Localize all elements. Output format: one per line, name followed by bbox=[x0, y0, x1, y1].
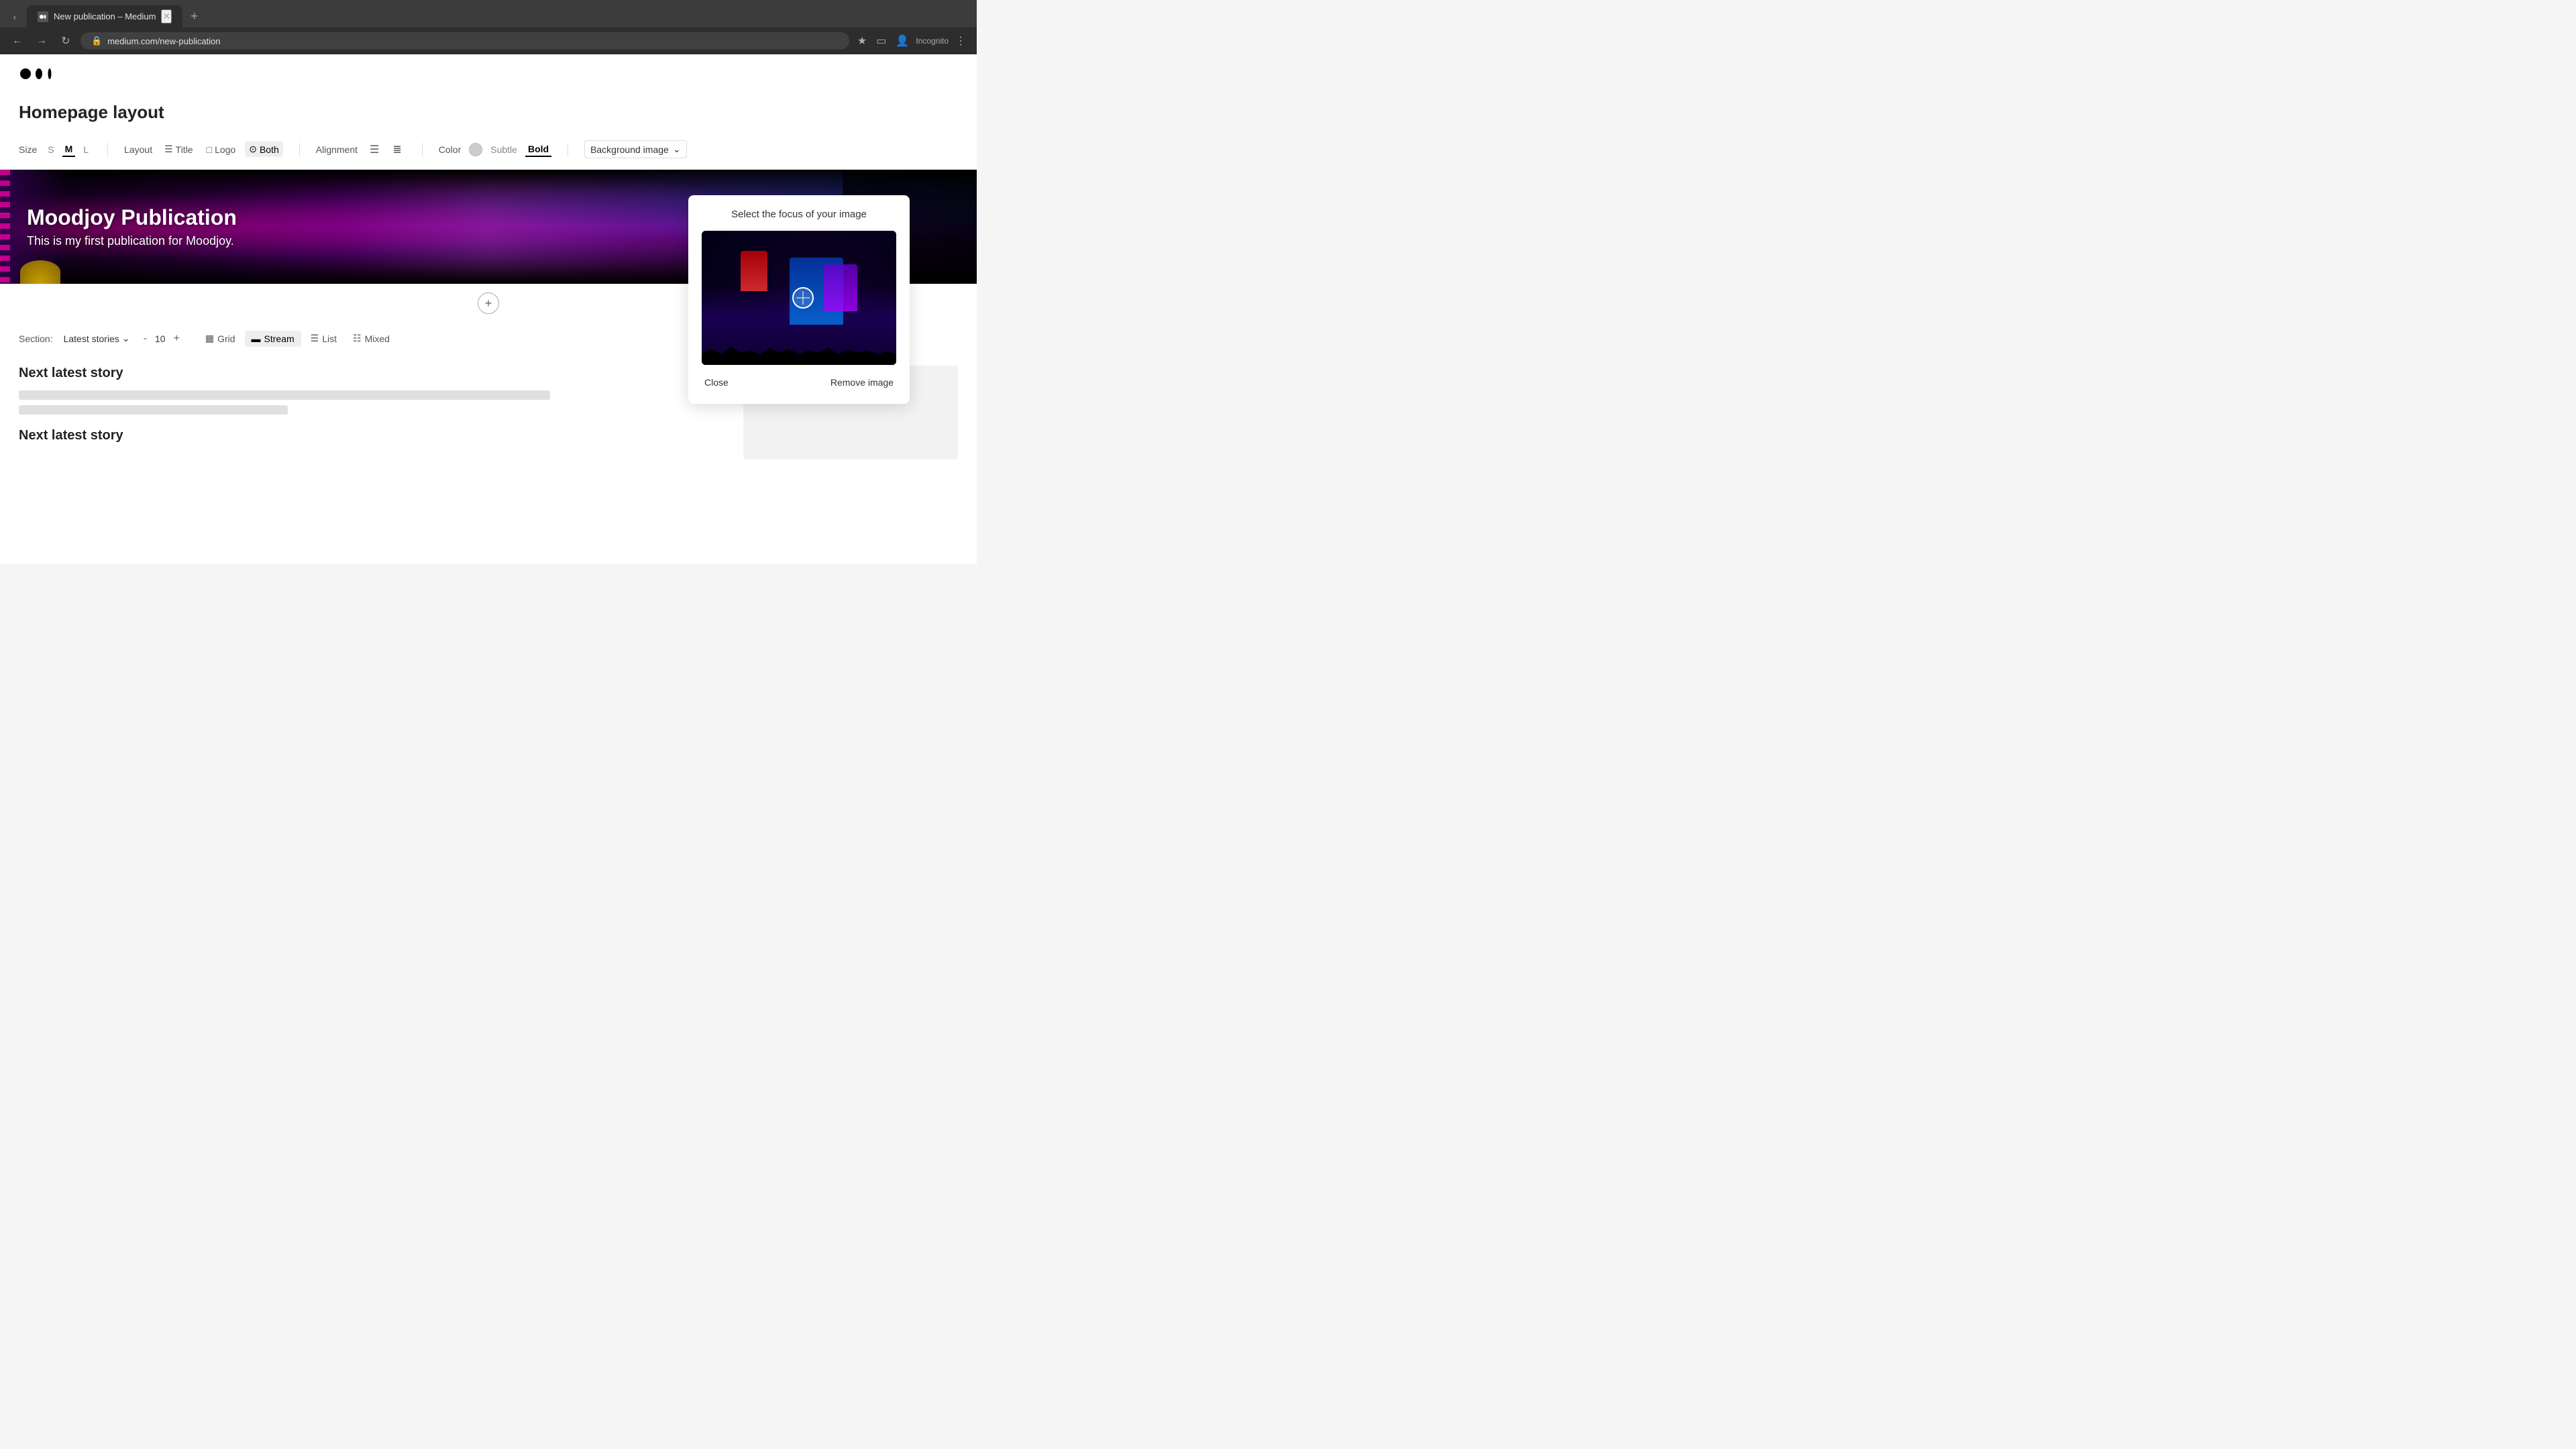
layout-both-icon: ⊙ bbox=[249, 144, 257, 155]
reload-button[interactable]: ↻ bbox=[56, 32, 75, 50]
focus-panel-actions: Close Remove image bbox=[702, 374, 896, 390]
url-text: medium.com/new-publication bbox=[107, 36, 220, 46]
count-controls: - 10 + bbox=[141, 333, 182, 345]
mixed-view-option[interactable]: ☷ Mixed bbox=[346, 330, 396, 347]
color-group: Color Subtle Bold bbox=[439, 142, 551, 157]
story-card-1: Next latest story bbox=[19, 366, 727, 415]
hero-text: Moodjoy Publication This is my first pub… bbox=[0, 205, 264, 248]
bold-option[interactable]: Bold bbox=[525, 142, 551, 157]
align-center-option[interactable]: ≣ bbox=[388, 141, 405, 158]
layout-logo-label: Logo bbox=[215, 144, 235, 155]
focus-image-container[interactable] bbox=[702, 231, 896, 365]
divider-3 bbox=[422, 143, 423, 156]
stream-icon: ▬ bbox=[252, 333, 261, 344]
size-group: Size S M L bbox=[19, 142, 91, 157]
section-dropdown-icon: ⌄ bbox=[122, 333, 130, 344]
focus-panel: Select the focus of your image Close Rem… bbox=[688, 195, 910, 404]
bookmark-button[interactable]: ★ bbox=[855, 32, 869, 50]
tab-scroll-left[interactable]: ‹ bbox=[5, 7, 24, 26]
size-s-option[interactable]: S bbox=[45, 143, 56, 156]
tab-title: New publication – Medium bbox=[54, 11, 156, 21]
tab-close-button[interactable]: ✕ bbox=[161, 9, 172, 23]
chevron-down-icon: ⌄ bbox=[673, 144, 681, 155]
color-picker[interactable] bbox=[469, 143, 482, 156]
view-options: ▦ Grid ▬ Stream ☰ List ☷ Mixed bbox=[199, 330, 396, 347]
page-content: Homepage layout Size S M L Layout ☰ Titl… bbox=[0, 54, 977, 564]
section-select[interactable]: Latest stories ⌄ bbox=[64, 333, 130, 344]
active-tab[interactable]: New publication – Medium ✕ bbox=[27, 5, 182, 28]
lock-icon: 🔒 bbox=[91, 36, 102, 46]
dome-decoration bbox=[20, 260, 60, 284]
increase-count-button[interactable]: + bbox=[171, 333, 182, 345]
tab-favicon bbox=[38, 11, 48, 22]
new-tab-button[interactable]: + bbox=[185, 7, 203, 26]
add-section-button[interactable]: + bbox=[478, 292, 499, 314]
color-label: Color bbox=[439, 144, 461, 155]
section-name: Latest stories bbox=[64, 333, 119, 344]
neon-purple bbox=[824, 264, 857, 311]
screen-cast-button[interactable]: ▭ bbox=[873, 32, 889, 50]
section-label: Section: bbox=[19, 333, 53, 344]
alignment-label: Alignment bbox=[316, 144, 358, 155]
layout-label: Layout bbox=[124, 144, 152, 155]
grid-icon: ▦ bbox=[205, 333, 214, 344]
grid-view-option[interactable]: ▦ Grid bbox=[199, 330, 242, 347]
page-heading: Homepage layout bbox=[0, 94, 977, 129]
hero-title: Moodjoy Publication bbox=[27, 205, 237, 230]
focus-panel-title: Select the focus of your image bbox=[702, 209, 896, 220]
layout-lines-icon: ☰ bbox=[164, 144, 173, 155]
toolbar: Size S M L Layout ☰ Title □ Logo ⊙ Both … bbox=[0, 129, 977, 170]
more-menu-button[interactable]: ⋮ bbox=[953, 32, 969, 50]
browser-nav: ← → ↻ 🔒 medium.com/new-publication ★ ▭ 👤… bbox=[0, 28, 977, 54]
forward-button[interactable]: → bbox=[32, 32, 51, 50]
decrease-count-button[interactable]: - bbox=[141, 333, 150, 345]
mixed-icon: ☷ bbox=[353, 333, 362, 344]
mixed-label: Mixed bbox=[365, 333, 390, 344]
back-button[interactable]: ← bbox=[8, 32, 27, 50]
layout-both-option[interactable]: ⊙ Both bbox=[245, 142, 283, 157]
align-left-option[interactable]: ☰ bbox=[366, 141, 383, 158]
layout-logo-option[interactable]: □ Logo bbox=[203, 142, 240, 157]
stream-view-option[interactable]: ▬ Stream bbox=[245, 331, 301, 347]
size-label: Size bbox=[19, 144, 37, 155]
list-icon: ☰ bbox=[311, 333, 319, 344]
divider-1 bbox=[107, 143, 108, 156]
pink-strips-decoration bbox=[0, 170, 10, 284]
incognito-label: Incognito bbox=[916, 36, 949, 46]
grid-label: Grid bbox=[217, 333, 235, 344]
story-line-2 bbox=[19, 405, 288, 415]
divider-2 bbox=[299, 143, 300, 156]
layout-box-icon: □ bbox=[207, 144, 212, 155]
focus-crosshair bbox=[792, 287, 814, 309]
next-story-label-2: Next latest story bbox=[19, 428, 727, 443]
list-label: List bbox=[322, 333, 337, 344]
tab-bar: ‹ New publication – Medium ✕ + bbox=[0, 0, 977, 28]
medium-logo bbox=[0, 54, 977, 94]
story-line-1 bbox=[19, 390, 550, 400]
main-content: Next latest story Next latest story bbox=[19, 366, 727, 460]
focus-close-button[interactable]: Close bbox=[702, 374, 731, 390]
layout-title-label: Title bbox=[176, 144, 193, 155]
subtle-option[interactable]: Subtle bbox=[488, 143, 520, 156]
list-view-option[interactable]: ☰ List bbox=[304, 330, 343, 347]
bg-image-label: Background image bbox=[590, 144, 669, 155]
layout-title-option[interactable]: ☰ Title bbox=[160, 142, 197, 157]
size-m-option[interactable]: M bbox=[62, 142, 76, 157]
profile-button[interactable]: 👤 bbox=[893, 32, 912, 50]
hero-subtitle: This is my first publication for Moodjoy… bbox=[27, 234, 237, 248]
address-bar[interactable]: 🔒 medium.com/new-publication bbox=[80, 32, 849, 50]
size-l-option[interactable]: L bbox=[80, 143, 91, 156]
neon-red bbox=[741, 251, 767, 291]
layout-group: Layout ☰ Title □ Logo ⊙ Both bbox=[124, 142, 283, 157]
remove-image-button[interactable]: Remove image bbox=[828, 374, 896, 390]
story-card-2: Next latest story bbox=[19, 428, 727, 443]
layout-both-label: Both bbox=[260, 144, 279, 155]
alignment-group: Alignment ☰ ≣ bbox=[316, 141, 406, 158]
count-value: 10 bbox=[155, 333, 166, 344]
next-story-label-1: Next latest story bbox=[19, 366, 727, 381]
background-image-button[interactable]: Background image ⌄ bbox=[584, 140, 686, 158]
stream-label: Stream bbox=[264, 333, 294, 344]
